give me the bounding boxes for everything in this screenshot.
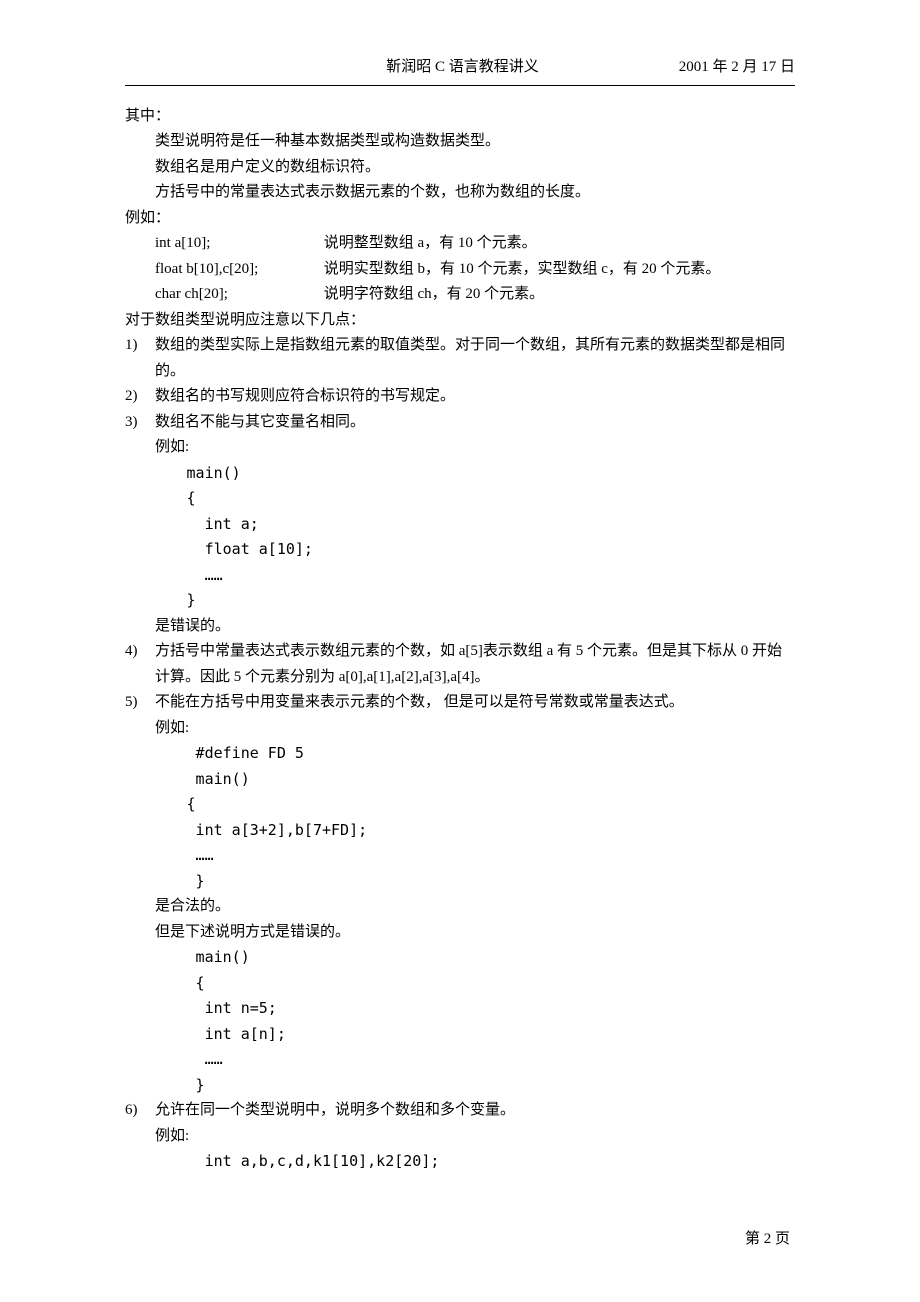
point-5: 5) 不能在方括号中用变量来表示元素的个数， 但是可以是符号常数或常量表达式。 … — [125, 690, 795, 1098]
intro-label: 其中： — [125, 104, 795, 130]
point-tail: 是错误的。 — [155, 614, 795, 640]
point-4: 4) 方括号中常量表达式表示数组元素的个数，如 a[5]表示数组 a 有 5 个… — [125, 639, 795, 690]
point-num: 6) — [125, 1098, 155, 1175]
point-num: 2) — [125, 384, 155, 410]
header-author-title: 靳润昭 C 语言教程讲义 — [386, 55, 539, 81]
point-text: 数组名不能与其它变量名相同。 — [155, 410, 795, 436]
intro-line: 方括号中的常量表达式表示数据元素的个数，也称为数组的长度。 — [125, 180, 795, 206]
point-text: 不能在方括号中用变量来表示元素的个数， 但是可以是符号常数或常量表达式。 — [155, 690, 795, 716]
header-rule — [125, 85, 795, 86]
decl-row: char ch[20]; 说明字符数组 ch，有 20 个元素。 — [125, 282, 795, 308]
page-header: 靳润昭 C 语言教程讲义 2001 年 2 月 17 日 — [125, 55, 795, 81]
notice-heading: 对于数组类型说明应注意以下几点： — [125, 308, 795, 334]
header-date: 2001 年 2 月 17 日 — [679, 55, 795, 81]
code-snippet: #define FD 5 main() { int a[3+2],b[7+FD]… — [155, 741, 795, 894]
code-snippet: main() { int a; float a[10]; …… } — [155, 461, 795, 614]
point-num: 5) — [125, 690, 155, 1098]
point-2: 2) 数组名的书写规则应符合标识符的书写规定。 — [125, 384, 795, 410]
decl-code: char ch[20]; — [155, 282, 320, 308]
decl-desc: 说明字符数组 ch，有 20 个元素。 — [324, 286, 544, 302]
example-label: 例如： — [125, 206, 795, 232]
decl-desc: 说明整型数组 a，有 10 个元素。 — [324, 235, 537, 251]
point-text: 数组名的书写规则应符合标识符的书写规定。 — [155, 384, 795, 410]
point-mid: 是合法的。 — [155, 894, 795, 920]
decl-row: float b[10],c[20]; 说明实型数组 b，有 10 个元素，实型数… — [125, 257, 795, 283]
example-label: 例如: — [155, 1124, 795, 1150]
point-num: 3) — [125, 410, 155, 640]
point-mid: 但是下述说明方式是错误的。 — [155, 920, 795, 946]
decl-code: int a[10]; — [155, 231, 320, 257]
point-num: 1) — [125, 333, 155, 384]
page: 靳润昭 C 语言教程讲义 2001 年 2 月 17 日 其中： 类型说明符是任… — [0, 0, 920, 1302]
points-list: 1) 数组的类型实际上是指数组元素的取值类型。对于同一个数组，其所有元素的数据类… — [125, 333, 795, 1175]
point-text: 方括号中常量表达式表示数组元素的个数，如 a[5]表示数组 a 有 5 个元素。… — [155, 639, 795, 690]
point-text: 数组的类型实际上是指数组元素的取值类型。对于同一个数组，其所有元素的数据类型都是… — [155, 333, 795, 384]
example-label: 例如: — [155, 435, 795, 461]
point-3: 3) 数组名不能与其它变量名相同。 例如: main() { int a; fl… — [125, 410, 795, 640]
decl-code: float b[10],c[20]; — [155, 257, 320, 283]
intro-line: 数组名是用户定义的数组标识符。 — [125, 155, 795, 181]
code-snippet: int a,b,c,d,k1[10],k2[20]; — [155, 1149, 795, 1175]
point-text: 允许在同一个类型说明中，说明多个数组和多个变量。 — [155, 1098, 795, 1124]
point-6: 6) 允许在同一个类型说明中，说明多个数组和多个变量。 例如: int a,b,… — [125, 1098, 795, 1175]
decl-desc: 说明实型数组 b，有 10 个元素，实型数组 c，有 20 个元素。 — [324, 261, 721, 277]
example-label: 例如: — [155, 716, 795, 742]
code-snippet: main() { int n=5; int a[n]; …… } — [155, 945, 795, 1098]
point-1: 1) 数组的类型实际上是指数组元素的取值类型。对于同一个数组，其所有元素的数据类… — [125, 333, 795, 384]
point-num: 4) — [125, 639, 155, 690]
intro-line: 类型说明符是任一种基本数据类型或构造数据类型。 — [125, 129, 795, 155]
content: 其中： 类型说明符是任一种基本数据类型或构造数据类型。 数组名是用户定义的数组标… — [125, 104, 795, 1175]
page-footer: 第 2 页 — [745, 1227, 790, 1253]
decl-row: int a[10]; 说明整型数组 a，有 10 个元素。 — [125, 231, 795, 257]
